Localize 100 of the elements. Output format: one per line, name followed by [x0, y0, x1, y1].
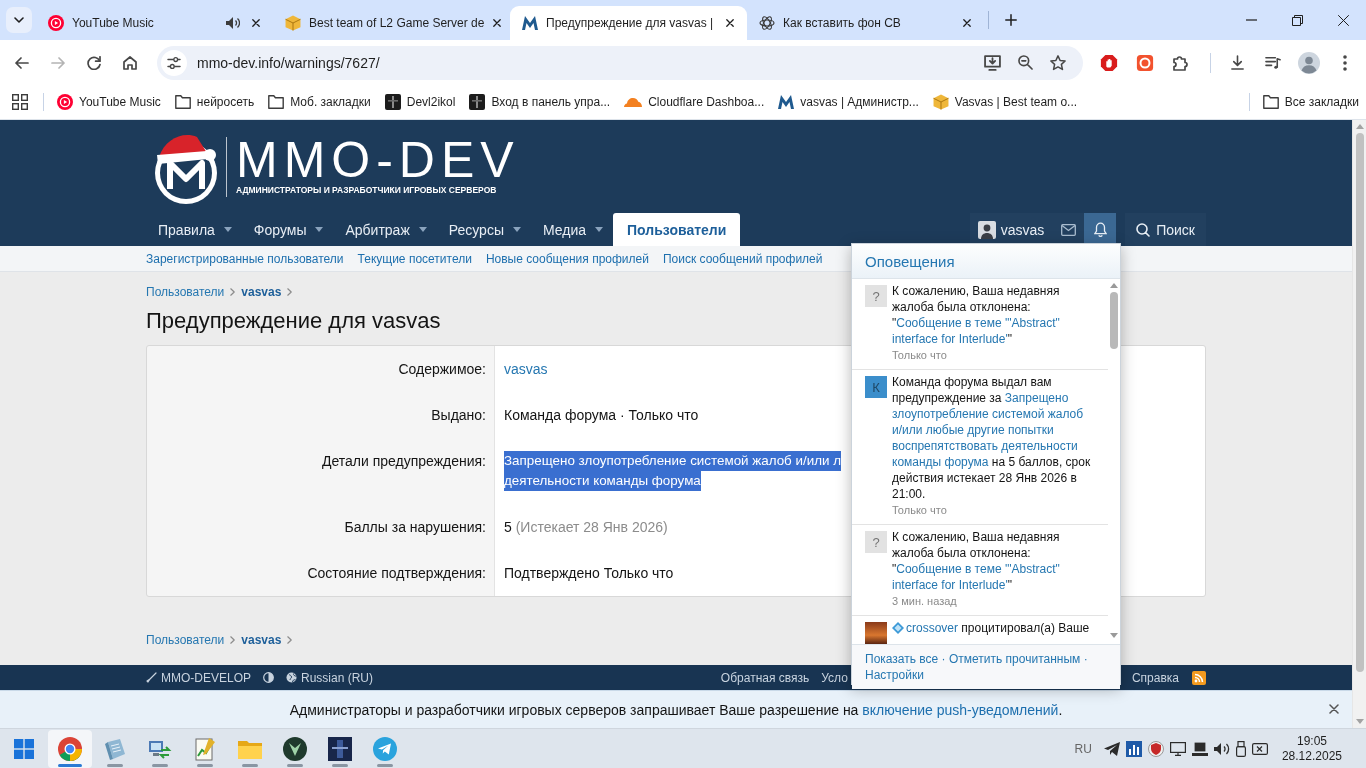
bell-icon: [1093, 222, 1107, 237]
footer-link[interactable]: Обратная связь: [720, 670, 810, 685]
notification-time: Только что: [892, 503, 948, 518]
warning-details-text: Запрещено злоупотребление системой жалоб и/или л деятельности команды форума: [504, 451, 842, 491]
bookmark-item[interactable]: Вход в панель упра...: [462, 88, 618, 116]
field-label: Детали предупреждения:: [321, 452, 486, 471]
chevron-right-icon: [230, 288, 236, 296]
bookmark-item[interactable]: Моб. закладки: [261, 88, 378, 116]
subnav-link[interactable]: Поиск сообщений профилей: [662, 251, 823, 266]
close-icon: [1329, 704, 1339, 714]
clock[interactable]: 19:05 28.12.2025: [1281, 733, 1342, 764]
notification-link[interactable]: и/или любые другие попытки: [892, 422, 1054, 438]
star-icon: [1050, 54, 1066, 71]
notification-item[interactable]: ? К сожалению, Ваша недавняя жалоба была отклонена: "Сообщение в теме '"Abstract" interface for Interlude'" 3 мин. назад: [852, 525, 1108, 616]
browser-tab[interactable]: Предупреждение для vasvas |: [510, 6, 747, 40]
field-label: Выдано:: [431, 406, 486, 425]
breadcrumb-link[interactable]: vasvas: [241, 633, 282, 647]
address-bar[interactable]: mmo-dev.info/warnings/7627/: [157, 45, 1083, 80]
push-prompt-text: Администраторы и разработчики игровых серверов запрашивает Ваше разрешение на включение push-уведомлений.: [289, 701, 1063, 718]
notification-link[interactable]: Сообщение в теме '"Abstract": [896, 315, 1060, 331]
bookmark-item[interactable]: vasvas | Администр...: [771, 88, 926, 116]
letter-avatar[interactable]: ?: [865, 285, 887, 307]
logo-title[interactable]: MMO-DEV: [236, 137, 520, 182]
tab-search-button[interactable]: [6, 7, 32, 33]
style-chooser-link[interactable]: MMO-DEVELOP: [146, 670, 251, 685]
popup-footer-link[interactable]: Показать все: [865, 652, 939, 666]
bookmark-item[interactable]: YouTube Music: [50, 88, 168, 116]
notification-link[interactable]: Сообщение в теме '"Abstract": [896, 561, 1060, 577]
all-bookmarks-button[interactable]: Все закладки: [1255, 88, 1366, 116]
footer-link[interactable]: Справка: [1131, 670, 1179, 685]
notification-time: Только что: [892, 348, 948, 363]
notification-link[interactable]: interface for Interlude': [892, 331, 1008, 347]
rss-icon: [1192, 670, 1206, 685]
nav-tab[interactable]: Ресурсы: [436, 213, 531, 246]
bookmark-item[interactable]: нейросеть: [167, 88, 262, 116]
folder-icon: [238, 738, 262, 759]
laptop-icon: [1191, 741, 1208, 756]
clock-time: 19:05: [1296, 733, 1327, 749]
close-icon: [1337, 14, 1349, 26]
knot-icon: [759, 15, 775, 31]
scrollbar-thumb[interactable]: [1110, 292, 1118, 349]
breadcrumb-link[interactable]: vasvas: [241, 285, 282, 299]
notification-link[interactable]: воспрепятствовать деятельности: [892, 438, 1078, 454]
bookmark-item[interactable]: Vasvas | Best team o...: [925, 88, 1085, 116]
cloud-icon: [624, 97, 643, 107]
nav-tab[interactable]: Форумы: [241, 213, 334, 246]
subnav-link[interactable]: Зарегистрированные пользователи: [146, 251, 344, 266]
nav-tab[interactable]: Арбитраж: [333, 213, 437, 246]
field-value: 5 (Истекает 28 Янв 2026): [504, 518, 668, 537]
url-text[interactable]: mmo-dev.info/warnings/7627/: [197, 54, 974, 71]
breadcrumb-link[interactable]: Пользователи: [146, 285, 225, 299]
field-label: Содержимое:: [398, 360, 486, 379]
language-chooser-link[interactable]: Russian (RU): [286, 670, 374, 685]
bookmark-item[interactable]: Cloudflare Dashboa...: [617, 88, 772, 116]
dismiss-button[interactable]: [1327, 702, 1341, 716]
theme-toggle-button[interactable]: [263, 672, 274, 683]
avatar-photo[interactable]: [865, 622, 887, 644]
subnav-link[interactable]: Текущие посетители: [357, 251, 472, 266]
square-icon: [328, 736, 352, 761]
popup-footer-link[interactable]: Настройки: [865, 668, 924, 682]
minimize-icon: [1245, 19, 1257, 21]
notification-link[interactable]: команды форума: [892, 454, 989, 470]
browser-tab[interactable]: Best team of L2 Game Server de: [273, 6, 510, 40]
nav-tab[interactable]: Правила: [146, 213, 242, 246]
play-circle-icon: [57, 94, 73, 110]
link-separator: ·: [1083, 652, 1088, 666]
scrollbar-thumb[interactable]: [1355, 133, 1364, 672]
site-info-button[interactable]: [161, 49, 187, 76]
notification-link[interactable]: crossover: [906, 620, 958, 636]
notification-link[interactable]: Запрещено: [1004, 390, 1069, 406]
notification-link[interactable]: interface for Interlude': [892, 577, 1008, 593]
popup-footer-link[interactable]: Отметить прочитанным: [948, 652, 1081, 666]
notification-link[interactable]: злоупотребление системой жалоб: [892, 406, 1084, 422]
paper-plane-icon: [1103, 741, 1120, 756]
user-link[interactable]: vasvas: [504, 359, 548, 379]
letter-avatar[interactable]: ?: [865, 531, 887, 553]
emblem-icon: [283, 736, 307, 761]
browser-tab[interactable]: YouTube Music: [36, 6, 273, 40]
clock-date: 28.12.2025: [1281, 748, 1342, 764]
search-button[interactable]: Поиск: [1125, 213, 1206, 246]
notification-item[interactable]: ? К сожалению, Ваша недавняя жалоба была отклонена: "Сообщение в теме '"Abstract" interface for Interlude'" Только что: [852, 279, 1108, 370]
puzzle-icon: [1173, 54, 1189, 71]
keyboard-icon: [1251, 742, 1268, 755]
subnav-link[interactable]: Новые сообщения профилей: [485, 251, 649, 266]
chevron-right-icon: [287, 288, 293, 296]
footer-link[interactable]: Усло: [821, 670, 848, 685]
field-value: Команда форума · Только что: [504, 406, 699, 425]
more-vertical-icon: [1343, 54, 1347, 71]
breadcrumb-link[interactable]: Пользователи: [146, 633, 225, 647]
page-scrollbar[interactable]: [1352, 120, 1366, 728]
browser-tab[interactable]: Как вставить фон СВ: [747, 6, 984, 40]
nav-tab[interactable]: Пользователи: [613, 213, 741, 246]
bookmark-item[interactable]: Devl2ikol: [377, 88, 463, 116]
chevron-right-icon: [230, 636, 236, 644]
chevron-down-icon: [14, 17, 24, 23]
speaker-icon: [1213, 741, 1230, 756]
contrast-icon: [263, 672, 274, 683]
notification-text: К сожалению, Ваша недавняя жалоба была отклонена: "Сообщение в теме '"Abstract" interface for Interlude'": [892, 529, 1060, 593]
input-language[interactable]: RU: [1074, 741, 1092, 756]
nav-tab[interactable]: Медиа: [530, 213, 614, 246]
